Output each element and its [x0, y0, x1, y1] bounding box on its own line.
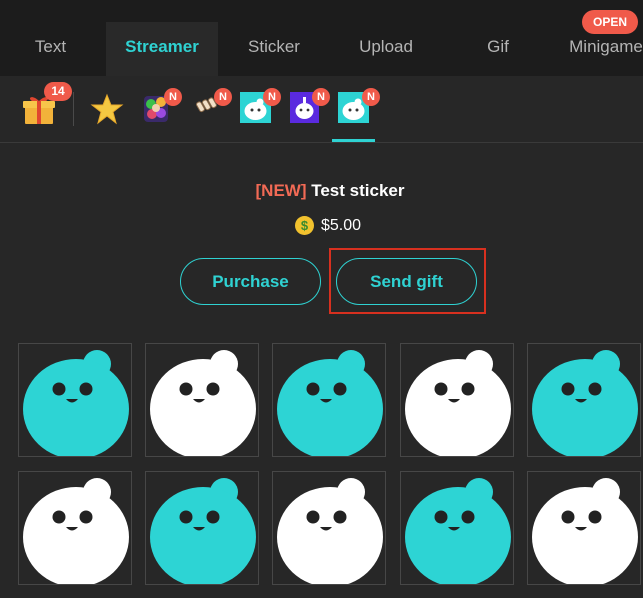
sticker-cell[interactable] — [272, 343, 386, 457]
open-badge: OPEN — [582, 10, 638, 34]
new-badge: N — [362, 88, 380, 106]
sticker-price: $5.00 — [321, 217, 362, 234]
highlight-box — [329, 248, 486, 314]
sticker-name: Test sticker — [311, 181, 405, 200]
new-badge: N — [164, 88, 182, 106]
blob-sticker-icon — [150, 350, 256, 456]
gift-count-badge: 14 — [44, 82, 72, 101]
sticker-cell[interactable] — [527, 343, 641, 457]
sticker-cell[interactable] — [145, 471, 259, 585]
strip-divider — [73, 92, 74, 126]
tab-text[interactable]: Text — [0, 22, 101, 76]
blob-sticker-icon — [405, 478, 511, 584]
category-tab-bar: Text Streamer Sticker Upload Gif Minigam… — [0, 0, 643, 76]
new-badge: N — [263, 88, 281, 106]
blob-sticker-icon — [23, 478, 129, 584]
sticker-cell[interactable] — [527, 471, 641, 585]
blob-sticker-icon — [532, 478, 638, 584]
sticker-cell[interactable] — [145, 343, 259, 457]
sticker-cell[interactable] — [400, 471, 514, 585]
tab-streamer[interactable]: Streamer — [106, 22, 218, 76]
new-badge: N — [214, 88, 232, 106]
sticker-cell[interactable] — [272, 471, 386, 585]
blob-sticker-icon — [277, 350, 383, 456]
sticker-cell[interactable] — [18, 343, 132, 457]
star-icon[interactable] — [90, 92, 124, 126]
tab-sticker[interactable]: Sticker — [220, 22, 328, 76]
active-pack-indicator — [332, 139, 375, 142]
sticker-pack-strip: N N N N N — [0, 76, 643, 143]
tab-gif[interactable]: Gif — [444, 22, 552, 76]
coin-icon: $ — [295, 216, 314, 235]
blob-sticker-icon — [277, 478, 383, 584]
blob-sticker-icon — [150, 478, 256, 584]
sticker-title: [NEW] Test sticker — [0, 181, 643, 201]
sticker-cell[interactable] — [400, 343, 514, 457]
purchase-button[interactable]: Purchase — [180, 258, 321, 305]
sticker-cell[interactable] — [18, 471, 132, 585]
new-tag: [NEW] — [255, 181, 307, 200]
tab-upload[interactable]: Upload — [330, 22, 442, 76]
blob-sticker-icon — [405, 350, 511, 456]
new-badge: N — [312, 88, 330, 106]
blob-sticker-icon — [23, 350, 129, 456]
blob-sticker-icon — [532, 350, 638, 456]
